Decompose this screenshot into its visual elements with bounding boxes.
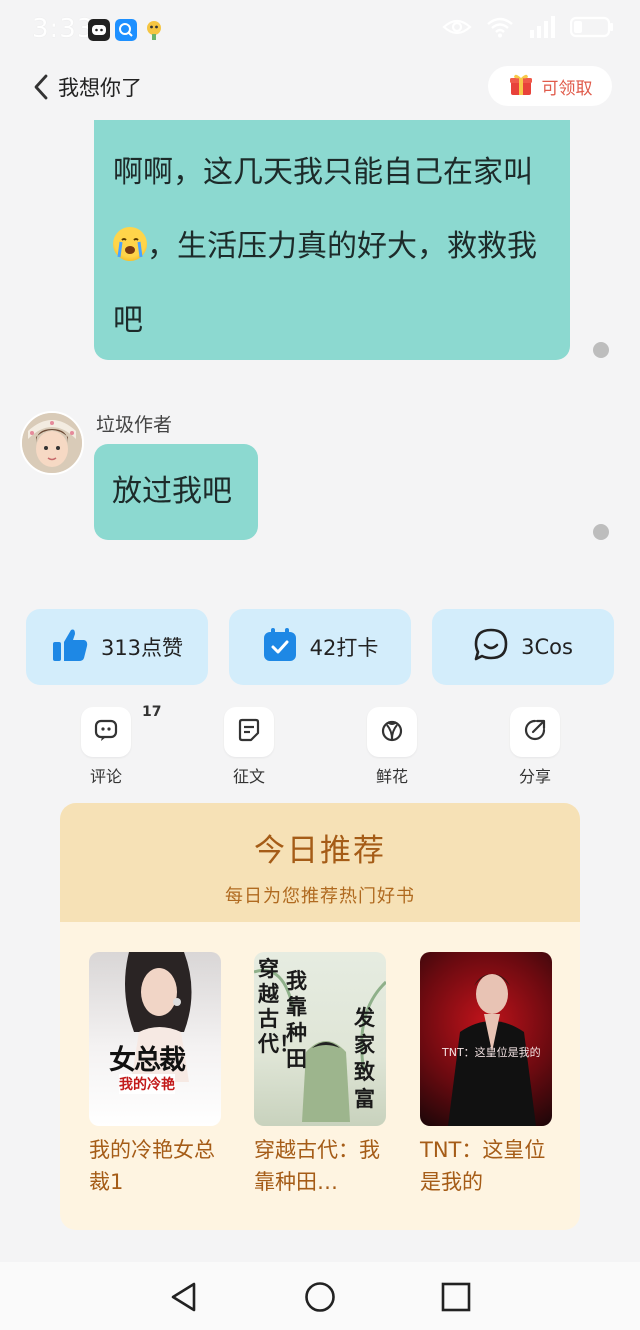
page-title: 我想你了 <box>58 76 142 100</box>
book-cover-title: TNT：这皇位是我的 <box>442 1046 541 1059</box>
sender-name: 垃圾作者 <box>96 414 173 436</box>
book-cover-title: 女总裁 <box>109 1045 186 1076</box>
flower-icon <box>379 717 405 747</box>
recommend-header: 今日推荐 每日为您推荐热门好书 <box>60 803 580 922</box>
essay-button[interactable]: 征文 <box>209 707 289 787</box>
thumbs-up-icon <box>51 627 89 668</box>
recommend-card: 今日推荐 每日为您推荐热门好书 女总裁 我的冷艳 我的冷艳女总裁1 穿越古代！ … <box>60 803 580 1230</box>
book-title: 穿越古代：我靠种田… <box>254 1138 380 1194</box>
comment-button[interactable]: 评论 <box>66 707 146 787</box>
book-cover-text-left: 穿越古代！ <box>258 956 300 1056</box>
signal-icon <box>528 16 556 38</box>
book-item[interactable]: 女总裁 我的冷艳 我的冷艳女总裁1 <box>89 952 221 1198</box>
like-button[interactable]: 313点赞 <box>26 609 208 685</box>
comment-label: 评论 <box>89 767 122 786</box>
message-status-dot <box>593 524 609 540</box>
essay-label: 征文 <box>232 767 265 786</box>
comment-icon <box>93 717 119 747</box>
book-cover: TNT：这皇位是我的 <box>420 952 552 1126</box>
gift-box-icon <box>508 71 534 101</box>
top-bar: 我想你了 可领取 <box>0 58 640 116</box>
battery-icon <box>570 16 614 38</box>
back-button[interactable] <box>30 72 54 102</box>
status-indicators <box>442 16 614 38</box>
system-nav-bar <box>0 1262 640 1330</box>
flower-label: 鲜花 <box>375 767 408 786</box>
back-triangle-icon[interactable] <box>167 1280 201 1314</box>
checkin-count: 42打卡 <box>309 636 379 660</box>
claim-label: 可领取 <box>541 78 593 99</box>
book-cover-text-right: 发家致富 <box>354 1005 375 1111</box>
message-text-part-2: ，生活压力真的好大，救救我吧 <box>113 229 537 338</box>
share-icon <box>522 717 548 747</box>
document-icon <box>236 717 262 747</box>
book-cover: 穿越古代！ 我靠种田 发家致富 <box>254 952 386 1126</box>
chat-bubble-long: 啊啊，这几天我只能自己在家叫 ，生活压力真的好大，救救我吧 <box>94 120 570 360</box>
book-title: TNT：这皇位是我的 <box>420 1138 546 1194</box>
claim-reward-button[interactable]: 可领取 <box>488 66 612 106</box>
crying-face-emoji <box>113 227 147 261</box>
comment-count-badge: 17 <box>142 704 162 720</box>
status-time: 3:33 <box>32 14 95 44</box>
calendar-check-icon <box>262 627 298 668</box>
book-item[interactable]: TNT：这皇位是我的 TNT：这皇位是我的 <box>420 952 552 1198</box>
home-circle-icon[interactable] <box>303 1280 337 1314</box>
chat-bubble-icon <box>473 627 509 668</box>
flower-button[interactable]: 鲜花 <box>352 707 432 787</box>
checkin-button[interactable]: 42打卡 <box>229 609 411 685</box>
recommend-title: 今日推荐 <box>254 833 386 869</box>
like-count: 313点赞 <box>100 636 184 660</box>
message-text: 放过我吧 <box>112 474 232 509</box>
book-cover-subtitle: 我的冷艳 <box>119 1074 175 1094</box>
cos-button[interactable]: 3Cos <box>432 609 614 685</box>
share-label: 分享 <box>518 767 551 786</box>
recommend-subtitle: 每日为您推荐热门好书 <box>225 886 415 907</box>
pet-app-icon <box>143 19 165 41</box>
recents-square-icon[interactable] <box>439 1280 473 1314</box>
message-app-icon <box>88 19 110 41</box>
eye-comfort-icon <box>442 17 472 37</box>
chat-bubble-short: 放过我吧 <box>94 444 258 540</box>
book-cover-text-mid: 我靠种田 <box>286 968 307 1071</box>
wifi-icon <box>486 16 514 38</box>
status-bar: 3:33 <box>0 0 640 58</box>
book-item[interactable]: 穿越古代！ 我靠种田 发家致富 穿越古代：我靠种田… <box>254 952 386 1198</box>
message-status-dot <box>593 342 609 358</box>
book-title: 我的冷艳女总裁1 <box>89 1138 215 1194</box>
cos-count: 3Cos <box>521 635 573 659</box>
book-cover: 女总裁 我的冷艳 <box>89 952 221 1126</box>
message-text-part-1: 啊啊，这几天我只能自己在家叫 <box>113 155 533 190</box>
avatar[interactable] <box>20 411 84 475</box>
search-app-icon <box>115 19 137 41</box>
share-button[interactable]: 分享 <box>495 707 575 787</box>
